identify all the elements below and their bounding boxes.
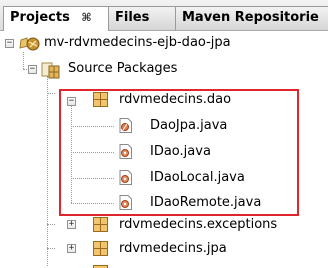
project-label: mv-rdvmedecins-ejb-dao-jpa [44, 35, 231, 50]
expand-expander[interactable]: + [67, 220, 76, 229]
tree-connector [71, 203, 114, 204]
tab-files[interactable]: Files [108, 6, 176, 30]
close-icon[interactable]: ⌘ [81, 11, 91, 24]
java-class-icon [117, 117, 134, 134]
package-icon [92, 216, 109, 233]
tab-projects[interactable]: Projects ⌘ [3, 6, 109, 31]
source-packages-icon [40, 60, 62, 80]
package-label: rdvmedecins.exceptions [119, 217, 278, 232]
package-icon [92, 240, 109, 257]
java-interface-icon [117, 194, 134, 211]
tab-projects-label: Projects [10, 10, 70, 25]
collapse-expander[interactable]: − [5, 39, 14, 48]
tab-maven-repositories-label: Maven Repositorie [182, 10, 319, 25]
collapse-expander[interactable]: − [28, 65, 37, 74]
maven-project-icon [17, 34, 41, 54]
file-label: IDao.java [150, 144, 211, 159]
tab-maven-repositories[interactable]: Maven Repositorie [175, 6, 328, 30]
tree-connector [71, 178, 114, 179]
tree-connector [23, 52, 24, 69]
tree-connector [47, 93, 55, 94]
collapse-expander[interactable]: − [67, 97, 76, 106]
java-interface-icon [117, 169, 134, 186]
file-label: IDaoRemote.java [150, 195, 262, 210]
expand-expander[interactable]: + [67, 244, 76, 253]
project-tree: − mv-rdvmedecins-ejb-dao-jpa − Source Pa… [0, 30, 328, 268]
tab-bar: Projects ⌘ Files Maven Repositorie [0, 0, 328, 31]
tab-files-label: Files [115, 10, 150, 25]
package-icon [92, 264, 109, 268]
file-label: IDaoLocal.java [150, 170, 245, 185]
file-label: DaoJpa.java [150, 118, 228, 133]
tree-connector [47, 248, 55, 249]
package-label: rdvmedecins.dao [119, 92, 232, 107]
java-interface-icon [117, 143, 134, 160]
package-icon [92, 91, 109, 108]
source-packages-label: Source Packages [68, 61, 178, 76]
package-label: rdvmedecins.jpa [119, 241, 227, 256]
tree-connector [47, 76, 48, 266]
tree-connector [71, 152, 114, 153]
tree-connector [47, 224, 55, 225]
tree-connector [71, 126, 114, 127]
